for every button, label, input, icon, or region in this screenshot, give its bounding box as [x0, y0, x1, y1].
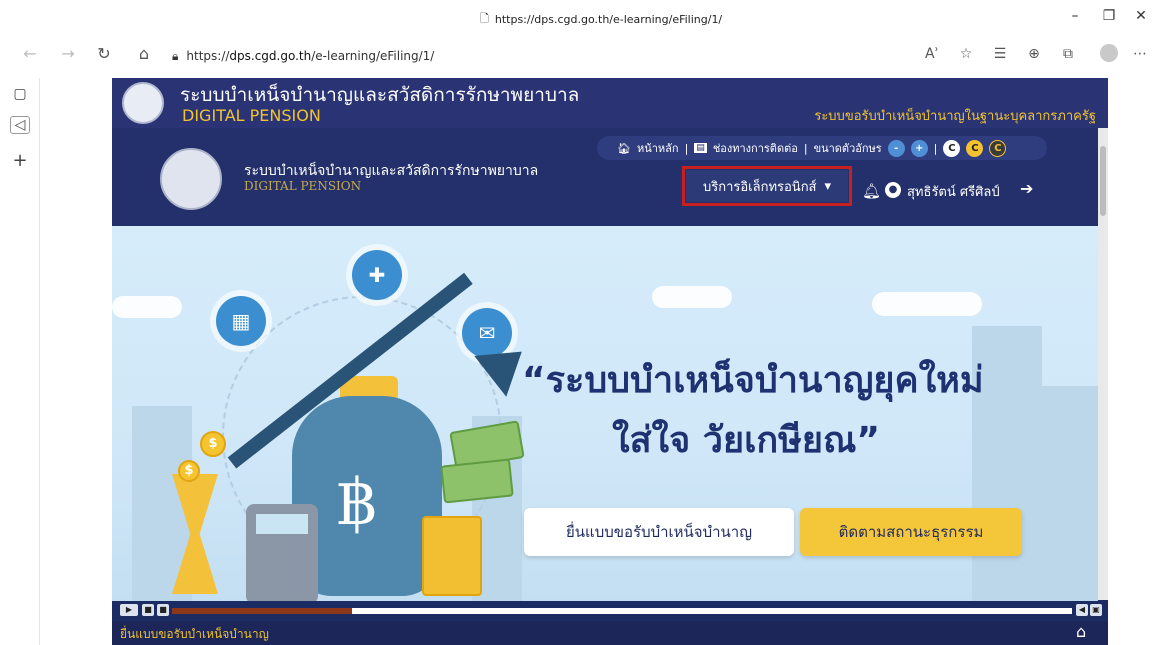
site-viewport: ระบบบำเหน็จบำนาญและสวัสดิการรักษาพยาบาล … [112, 78, 1108, 645]
user-name[interactable]: สุทธิรัตน์ ศรีศิลป์ [907, 181, 1000, 202]
audio-tab-icon[interactable]: ◁ [10, 116, 30, 134]
favorites-icon[interactable]: ☰ [988, 46, 1012, 62]
close-icon[interactable]: ✕ [1126, 8, 1156, 24]
media-progress-fill [172, 608, 352, 614]
address-text: https://dps.cgd.go.th/e-learning/eFiling… [186, 49, 435, 63]
profile-avatar[interactable] [1100, 44, 1118, 62]
hero-headline-1: “ระบบบำเหน็จบำนาญยุคใหม่ [522, 360, 984, 401]
cloud-shape [112, 296, 182, 318]
site-slogan: ระบบขอรับบำเหน็จบำนาญในฐานะบุคลากรภาครัฐ [814, 109, 1096, 124]
menu-divider: | [803, 141, 808, 155]
title-bar-url: 🗋 https://dps.cgd.go.th/e-learning/eFili… [480, 10, 722, 29]
track-status-button[interactable]: ติดตามสถานะธุรกรรม [800, 508, 1022, 556]
cloud-shape [652, 286, 732, 308]
seal-logo-large [160, 148, 222, 210]
contrast-dark-button[interactable]: C [989, 139, 1007, 157]
play-icon[interactable]: ▶ [120, 604, 138, 616]
restore-icon[interactable]: ❐ [1094, 8, 1124, 24]
hero-headline-2: ใส่ใจ วัยเกษียณ” [612, 420, 881, 461]
title-url-text: https://dps.cgd.go.th/e-learning/eFiling… [494, 13, 723, 26]
contact-icon[interactable]: ▤ [694, 143, 707, 153]
fullscreen-icon[interactable]: ▣ [1090, 604, 1102, 616]
coin-icon: $ [178, 460, 200, 482]
header-title-en: DIGITAL PENSION [244, 179, 362, 193]
volume-icon[interactable]: ◀ [1076, 604, 1088, 616]
coin-icon: $ [200, 431, 226, 457]
more-icon[interactable]: ⋯ [1128, 46, 1152, 62]
menu-divider: | [933, 141, 938, 155]
skip-icon[interactable]: ■ [157, 604, 169, 616]
site-title-en: DIGITAL PENSION [182, 106, 321, 125]
eservice-dropdown[interactable]: บริการอิเล็กทรอนิกส์ ▾ [686, 170, 848, 202]
menu-contact[interactable]: ช่องทางการติดต่อ [713, 139, 798, 157]
address-bar[interactable]: 🔒︎ https://dps.cgd.go.th/e-learning/eFil… [172, 42, 962, 70]
calculator-screen [256, 514, 308, 534]
minimize-icon[interactable]: – [1060, 8, 1090, 24]
calendar-icon: ▦ [216, 296, 266, 346]
back-icon[interactable]: ← [18, 44, 42, 63]
chevron-down-icon: ▾ [824, 178, 832, 194]
hero-banner: ✚ ▦ ✉ ฿ $ $ “ระบบบำเหน็จบำนาญยุคใหม่ ใส่… [112, 226, 1098, 601]
new-tab-icon[interactable]: + [10, 150, 30, 171]
banknote [440, 458, 514, 504]
tab-actions-icon[interactable]: ▢ [10, 86, 30, 102]
logout-icon[interactable]: ➔ [1020, 179, 1033, 198]
top-menu: 🏠︎ หน้าหลัก | ▤ ช่องทางการติดต่อ | ขนาดต… [597, 136, 1047, 160]
home-icon[interactable]: 🏠︎ [617, 142, 631, 155]
eservice-label: บริการอิเล็กทรอนิกส์ [702, 179, 817, 195]
building-shape [1042, 386, 1098, 601]
baht-symbol: ฿ [336, 466, 377, 540]
bell-icon[interactable]: 🔔︎ [862, 182, 881, 200]
user-icon: ● [885, 182, 901, 198]
home-icon[interactable]: ⌂ [132, 44, 156, 63]
medical-icon: ✚ [352, 250, 402, 300]
menu-font-size: ขนาดตัวอักษร [813, 142, 882, 155]
menu-divider: | [684, 141, 689, 155]
forward-icon[interactable]: → [56, 44, 80, 63]
favorite-add-icon[interactable]: ☆ [954, 46, 978, 62]
stop-icon[interactable]: ■ [142, 604, 154, 616]
menu-home[interactable]: หน้าหลัก [637, 139, 679, 157]
bottom-section-label: ยื่นแบบขอรับบำเหน็จบำนาญ [120, 627, 269, 641]
page-icon: 🗋 [480, 12, 489, 25]
extensions-icon[interactable]: ⧉ [1056, 46, 1080, 62]
scrollbar-thumb[interactable] [1100, 146, 1106, 216]
contrast-yellow-button[interactable]: C [966, 139, 984, 157]
coin-stack [422, 516, 482, 596]
font-decrease-button[interactable]: - [887, 139, 905, 157]
refresh-icon[interactable]: ↻ [92, 44, 116, 63]
seal-logo [122, 82, 164, 124]
cloud-shape [872, 292, 982, 316]
apply-pension-button[interactable]: ยื่นแบบขอรับบำเหน็จบำนาญ [524, 508, 794, 556]
contrast-normal-button[interactable]: C [943, 139, 961, 157]
collections-icon[interactable]: ⊕ [1022, 46, 1046, 62]
read-aloud-icon[interactable]: Aʾ [920, 46, 944, 62]
font-increase-button[interactable]: + [910, 139, 928, 157]
home-icon[interactable]: ⌂ [1076, 622, 1086, 641]
lock-icon: 🔒︎ [172, 48, 179, 63]
